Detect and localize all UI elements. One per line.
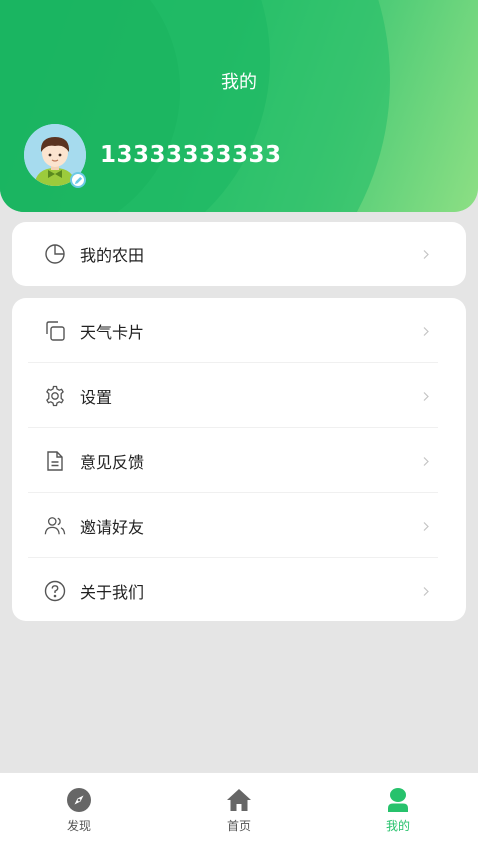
user-phone: 13333333333 (100, 142, 282, 168)
profile-header: 我的 13333333333 (0, 0, 478, 212)
tab-me[interactable]: 我的 (358, 787, 438, 834)
chevron-right-icon (422, 386, 430, 405)
chevron-right-icon (422, 581, 430, 600)
tab-discover[interactable]: 发现 (39, 787, 119, 834)
home-icon (226, 787, 252, 813)
tab-label: 首页 (226, 819, 251, 833)
menu-item-label: 意见反馈 (80, 452, 145, 472)
farm-card: 我的农田 (12, 222, 466, 286)
menu-item-label: 关于我们 (80, 582, 145, 602)
page-title: 我的 (221, 72, 257, 93)
gear-icon (44, 385, 66, 407)
tab-home[interactable]: 首页 (199, 787, 279, 834)
menu-item-label: 天气卡片 (80, 322, 145, 342)
copy-icon (44, 320, 66, 342)
tab-label: 我的 (385, 819, 410, 833)
menu-item-label: 设置 (80, 387, 113, 407)
menu-item-settings[interactable]: 设置 (12, 363, 466, 428)
menu-item-feedback[interactable]: 意见反馈 (12, 428, 466, 493)
question-icon (44, 580, 66, 602)
tab-label: 发现 (66, 819, 91, 833)
document-icon (44, 450, 66, 472)
menu-item-my-farm[interactable]: 我的农田 (12, 222, 466, 286)
chevron-right-icon (422, 245, 430, 264)
menu-item-about-us[interactable]: 关于我们 (12, 558, 466, 623)
menu-card: 天气卡片 设置 意见反馈 邀请好友 关于我们 (12, 298, 466, 621)
menu-item-label: 邀请好友 (80, 517, 145, 537)
bottom-tab-bar: 发现 首页 我的 (0, 772, 478, 850)
profile-page: 我的 13333333333 我的农田 天气卡片 设置 意见反馈 邀请好友 关于… (0, 0, 478, 850)
menu-item-weather-card[interactable]: 天气卡片 (12, 298, 466, 363)
compass-icon (66, 787, 92, 813)
users-icon (44, 515, 66, 537)
menu-item-invite-friends[interactable]: 邀请好友 (12, 493, 466, 558)
menu-item-label: 我的农田 (80, 246, 145, 265)
chevron-right-icon (422, 516, 430, 535)
user-icon (385, 787, 411, 813)
pie-chart-icon (44, 243, 66, 265)
chevron-right-icon (422, 321, 430, 340)
edit-avatar-icon[interactable] (70, 172, 86, 188)
chevron-right-icon (422, 451, 430, 470)
